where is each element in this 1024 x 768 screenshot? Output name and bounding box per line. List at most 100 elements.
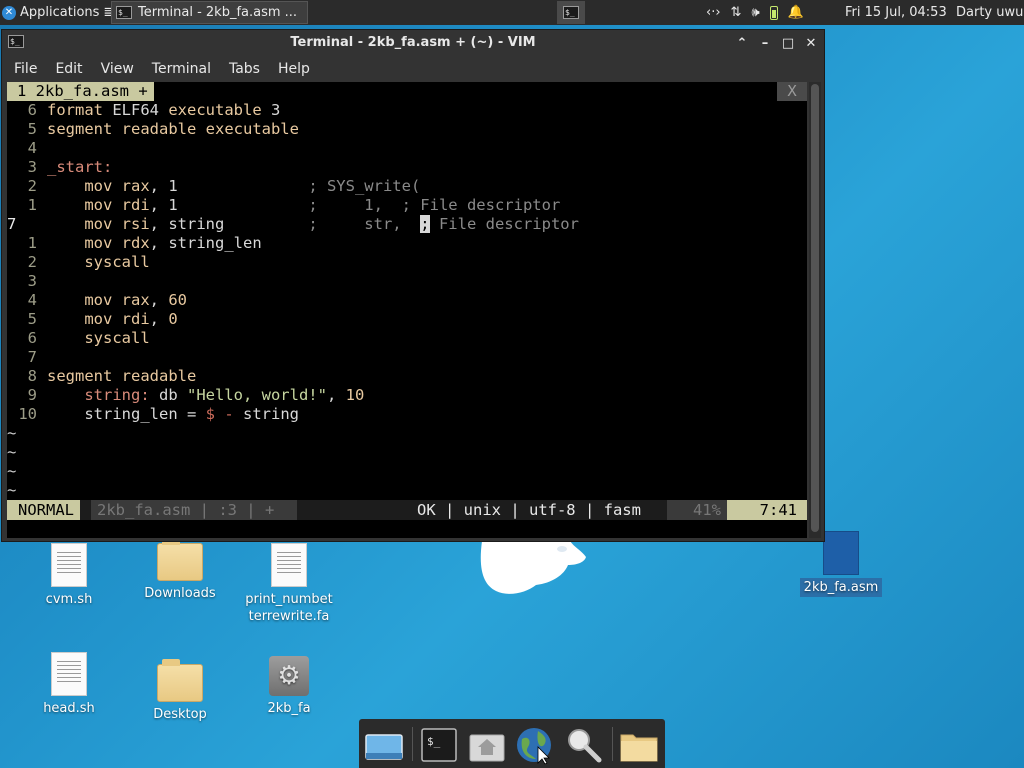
line-number: 7 — [27, 348, 37, 366]
workspace-pager[interactable]: $_ — [557, 1, 585, 24]
system-tray: ‹·› ⇅ 🕪 🔔 — [706, 0, 804, 25]
line-number: 5 — [27, 310, 37, 328]
code-line[interactable]: 2 syscall — [7, 253, 150, 272]
taskbar-terminal-button[interactable]: $_ Terminal - 2kb_fa.asm ... — [111, 1, 308, 24]
code-line-current[interactable]: 7 mov rsi, string ; str, ; File descript… — [7, 215, 579, 234]
desktop-icon-desktop[interactable]: Desktop — [125, 659, 235, 723]
home-folder-icon[interactable] — [467, 725, 507, 765]
line-number: 3 — [27, 272, 37, 290]
desktop-icon-downloads[interactable]: Downloads — [125, 538, 235, 602]
top-panel: ✕ Applications ≣ $_ Terminal - 2kb_fa.as… — [0, 0, 1024, 25]
menu-terminal[interactable]: Terminal — [146, 61, 217, 77]
code-line[interactable]: 4 — [7, 139, 47, 158]
code-line[interactable]: 4 mov rax, 60 — [7, 291, 187, 310]
menu-view[interactable]: View — [95, 61, 140, 77]
desktop-icon-label: cvm.sh — [45, 592, 93, 607]
code-line[interactable]: 6 syscall — [7, 329, 150, 348]
search-icon[interactable] — [564, 725, 604, 765]
menu-file[interactable]: File — [8, 61, 43, 77]
desktop-icon-label: Downloads — [144, 586, 216, 601]
vim-status-position: 7:41 — [727, 500, 807, 520]
network-arrows-icon[interactable]: ‹·› — [706, 5, 721, 20]
xfce-mouse-wallpaper-icon — [480, 541, 586, 594]
desktop-icon-cvm-sh[interactable]: cvm.sh — [14, 543, 124, 608]
line-number: 6 — [27, 329, 37, 347]
code-line[interactable]: 9 string: db "Hello, world!", 10 — [7, 386, 365, 405]
code-line[interactable]: 3 _start: — [7, 158, 113, 177]
xfce-logo-icon: ✕ — [2, 5, 16, 20]
line-number: 1 — [27, 234, 37, 252]
vim-status-file: 2kb_fa.asm | :3 | + — [91, 500, 297, 520]
empty-line-marker: ~ — [7, 462, 17, 480]
code-line[interactable]: 5 segment readable executable — [7, 120, 299, 139]
desktop-icon-label: 2kb_fa — [267, 701, 311, 716]
applications-label: Applications — [20, 5, 100, 20]
dock-separator — [612, 727, 613, 761]
svg-text:$_: $_ — [427, 735, 441, 748]
menu-tabs[interactable]: Tabs — [223, 61, 266, 77]
line-number: 6 — [27, 101, 37, 119]
text-file-icon — [271, 543, 307, 587]
empty-line-marker: ~ — [7, 481, 17, 499]
vim-tab-close-button[interactable]: X — [777, 82, 807, 101]
line-number: 3 — [27, 158, 37, 176]
terminal-icon: $_ — [563, 6, 579, 19]
executable-gear-icon: ⚙ — [269, 656, 309, 696]
minimize-icon[interactable]: – — [758, 36, 772, 51]
menu-help[interactable]: Help — [272, 61, 316, 77]
line-number: 2 — [27, 177, 37, 195]
taskbar-terminal-label: Terminal - 2kb_fa.asm ... — [138, 5, 298, 20]
desktop-icon-head-sh[interactable]: head.sh — [14, 652, 124, 717]
files-folder-icon[interactable] — [619, 725, 659, 765]
code-line[interactable]: 7 — [7, 348, 47, 367]
battery-icon[interactable] — [769, 5, 778, 20]
maximize-icon[interactable]: □ — [781, 36, 795, 51]
line-number: 10 — [18, 405, 37, 423]
code-line[interactable]: 10 string_len = $ - string — [7, 405, 299, 424]
desktop-icon-2kb-fa[interactable]: ⚙ 2kb_fa — [234, 656, 344, 717]
vim-status-percent: 41% — [667, 500, 727, 520]
user-menu[interactable]: Darty uwu — [956, 0, 1023, 25]
menubar: File Edit View Terminal Tabs Help — [2, 56, 824, 82]
text-file-icon — [51, 652, 87, 696]
close-icon[interactable]: ✕ — [804, 36, 818, 51]
notification-bell-icon[interactable]: 🔔 — [788, 5, 804, 20]
text-file-icon — [51, 543, 87, 587]
code-line[interactable]: 1 mov rdx, string_len — [7, 234, 262, 253]
code-line[interactable]: 8 segment readable — [7, 367, 197, 386]
vim-mode: NORMAL — [7, 500, 80, 520]
applications-menu-button[interactable]: ✕ Applications ≣ — [2, 0, 114, 25]
code-line[interactable]: 2 mov rax, 1 ; SYS_write( — [7, 177, 421, 196]
code-line[interactable]: 1 mov rdi, 1 ; 1, ; File descriptor — [7, 196, 561, 215]
window-titlebar[interactable]: $_ Terminal - 2kb_fa.asm + (~) - VIM ⌃ –… — [2, 30, 824, 56]
menu-edit[interactable]: Edit — [49, 61, 88, 77]
line-number: 4 — [27, 139, 37, 157]
dock: $_ — [359, 719, 665, 768]
line-number: 9 — [27, 386, 37, 404]
terminal-window[interactable]: $_ Terminal - 2kb_fa.asm + (~) - VIM ⌃ –… — [1, 29, 825, 542]
desktop-icon-label: head.sh — [43, 701, 95, 716]
desktop-icon-label: Desktop — [153, 707, 207, 722]
code-line[interactable]: 3 — [7, 272, 47, 291]
web-browser-icon[interactable] — [514, 725, 554, 765]
scrollbar-thumb[interactable] — [811, 84, 819, 532]
folder-icon — [157, 659, 203, 702]
vim-tab[interactable]: 1 2kb_fa.asm + — [7, 82, 154, 101]
terminal-scrollbar[interactable] — [809, 82, 821, 538]
network-updown-icon[interactable]: ⇅ — [731, 5, 742, 20]
terminal-launcher-icon[interactable]: $_ — [419, 725, 459, 765]
vim-statusline: NORMAL 2kb_fa.asm | :3 | + OK | unix | u… — [7, 500, 807, 520]
empty-line-marker: ~ — [7, 443, 17, 461]
window-title: Terminal - 2kb_fa.asm + (~) - VIM — [290, 35, 536, 50]
dock-separator — [412, 727, 413, 761]
show-desktop-icon[interactable] — [364, 725, 404, 765]
code-line[interactable]: 6 format ELF64 executable 3 — [7, 101, 281, 120]
volume-icon[interactable]: 🕪 — [751, 5, 759, 20]
line-number: 1 — [27, 196, 37, 214]
vim-editor[interactable]: 1 2kb_fa.asm + X 6 format ELF64 executabl… — [7, 82, 807, 538]
desktop-icon-print-numbet[interactable]: print_numbet terrewrite.fa — [234, 543, 344, 625]
shade-up-icon[interactable]: ⌃ — [735, 36, 749, 51]
empty-line-marker: ~ — [7, 424, 17, 442]
clock[interactable]: Fri 15 Jul, 04:53 — [845, 0, 947, 25]
code-line[interactable]: 5 mov rdi, 0 — [7, 310, 178, 329]
